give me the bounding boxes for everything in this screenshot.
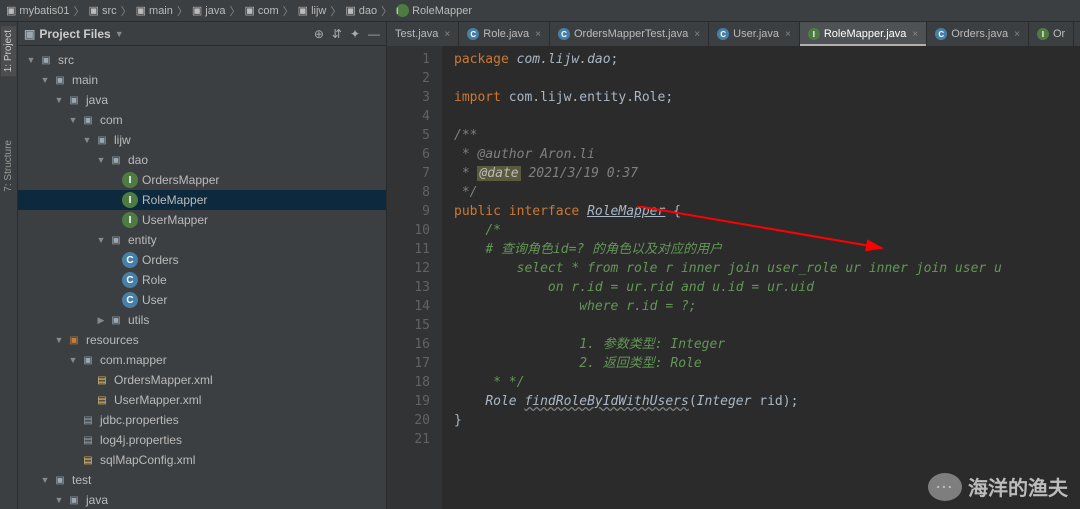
tree-item[interactable]: ▤jdbc.properties [18, 410, 386, 430]
close-icon[interactable]: × [785, 29, 791, 40]
chevron-right-icon: 〉 [330, 3, 341, 19]
tree-item[interactable]: IUserMapper [18, 210, 386, 230]
editor-tab[interactable]: IOr [1029, 22, 1074, 46]
tree-item[interactable]: ▶▣utils [18, 310, 386, 330]
tree-item[interactable]: ▤UserMapper.xml [18, 390, 386, 410]
dropdown-icon[interactable]: ▼ [115, 29, 124, 39]
tree-item[interactable]: ▤log4j.properties [18, 430, 386, 450]
structure-tool-tab[interactable]: 7: Structure [1, 136, 16, 196]
project-tool-tab[interactable]: 1: Project [1, 26, 16, 76]
chevron-right-icon: 〉 [74, 3, 85, 19]
breadcrumb-item[interactable]: ▣main [136, 4, 173, 17]
editor-tab[interactable]: CUser.java× [709, 22, 800, 46]
tree-item[interactable]: ▼▣resources [18, 330, 386, 350]
editor-tab[interactable]: Test.java× [387, 22, 459, 46]
tree-item[interactable]: IRoleMapper [18, 190, 386, 210]
close-icon[interactable]: × [694, 29, 700, 40]
chevron-right-icon: 〉 [177, 3, 188, 19]
tree-item[interactable]: ▤sqlMapConfig.xml [18, 450, 386, 470]
locate-icon[interactable]: ⊕ [314, 27, 324, 41]
breadcrumb-item[interactable]: ▣java [192, 4, 226, 17]
breadcrumb-item[interactable]: ▣mybatis01 [6, 4, 70, 17]
tree-item[interactable]: ▼▣main [18, 70, 386, 90]
editor-tab[interactable]: COrders.java× [927, 22, 1029, 46]
chat-bubble-icon [928, 473, 962, 501]
file-tree[interactable]: ▼▣src▼▣main▼▣java▼▣com▼▣lijw▼▣daoIOrders… [18, 46, 386, 509]
breadcrumb-item[interactable]: ▣src [89, 4, 117, 17]
chevron-right-icon: 〉 [283, 3, 294, 19]
tree-item[interactable]: ▼▣java [18, 490, 386, 509]
tree-item[interactable]: ▼▣src [18, 50, 386, 70]
tree-item[interactable]: ▼▣com.mapper [18, 350, 386, 370]
tree-item[interactable]: COrders [18, 250, 386, 270]
breadcrumb-item[interactable]: ▣lijw [298, 4, 327, 17]
close-icon[interactable]: × [1014, 29, 1020, 40]
sidebar-header: ▣ Project Files ▼ ⊕ ⇵ ✦ — [18, 22, 386, 46]
watermark: 海洋的渔夫 [928, 472, 1068, 501]
tool-window-bar: 1: Project 7: Structure [0, 22, 18, 509]
collapse-icon[interactable]: ⇵ [332, 27, 342, 41]
editor-tabs[interactable]: Test.java×CRole.java×COrdersMapperTest.j… [387, 22, 1080, 46]
tree-item[interactable]: ▼▣test [18, 470, 386, 490]
hide-icon[interactable]: — [368, 27, 380, 41]
tree-item[interactable]: CRole [18, 270, 386, 290]
chevron-right-icon: 〉 [229, 3, 240, 19]
close-icon[interactable]: × [535, 29, 541, 40]
breadcrumb[interactable]: ▣mybatis01〉▣src〉▣main〉▣java〉▣com〉▣lijw〉▣… [0, 0, 1080, 22]
gutter: 123456789101112131415161718192021 [387, 46, 442, 509]
breadcrumb-item[interactable]: ▣dao [345, 4, 377, 17]
tree-item[interactable]: ▼▣dao [18, 150, 386, 170]
tree-item[interactable]: ▤OrdersMapper.xml [18, 370, 386, 390]
project-sidebar: ▣ Project Files ▼ ⊕ ⇵ ✦ — ▼▣src▼▣main▼▣j… [18, 22, 387, 509]
folder-icon: ▣ [24, 27, 35, 41]
editor-tab[interactable]: IRoleMapper.java× [800, 22, 927, 46]
chevron-right-icon: 〉 [381, 3, 392, 19]
breadcrumb-item[interactable]: IRoleMapper [396, 4, 472, 17]
chevron-right-icon: 〉 [121, 3, 132, 19]
editor-tab[interactable]: CRole.java× [459, 22, 550, 46]
code-area[interactable]: 123456789101112131415161718192021 packag… [387, 46, 1080, 509]
tree-item[interactable]: ▼▣com [18, 110, 386, 130]
code[interactable]: package com.lijw.dao; import com.lijw.en… [442, 46, 1080, 509]
tree-item[interactable]: CUser [18, 290, 386, 310]
close-icon[interactable]: × [912, 29, 918, 40]
tree-item[interactable]: ▼▣lijw [18, 130, 386, 150]
tree-item[interactable]: ▼▣entity [18, 230, 386, 250]
tree-item[interactable]: IOrdersMapper [18, 170, 386, 190]
editor: Test.java×CRole.java×COrdersMapperTest.j… [387, 22, 1080, 509]
settings-icon[interactable]: ✦ [350, 27, 360, 41]
tree-item[interactable]: ▼▣java [18, 90, 386, 110]
breadcrumb-item[interactable]: ▣com [244, 4, 278, 17]
editor-tab[interactable]: COrdersMapperTest.java× [550, 22, 709, 46]
sidebar-title[interactable]: Project Files [39, 27, 110, 41]
